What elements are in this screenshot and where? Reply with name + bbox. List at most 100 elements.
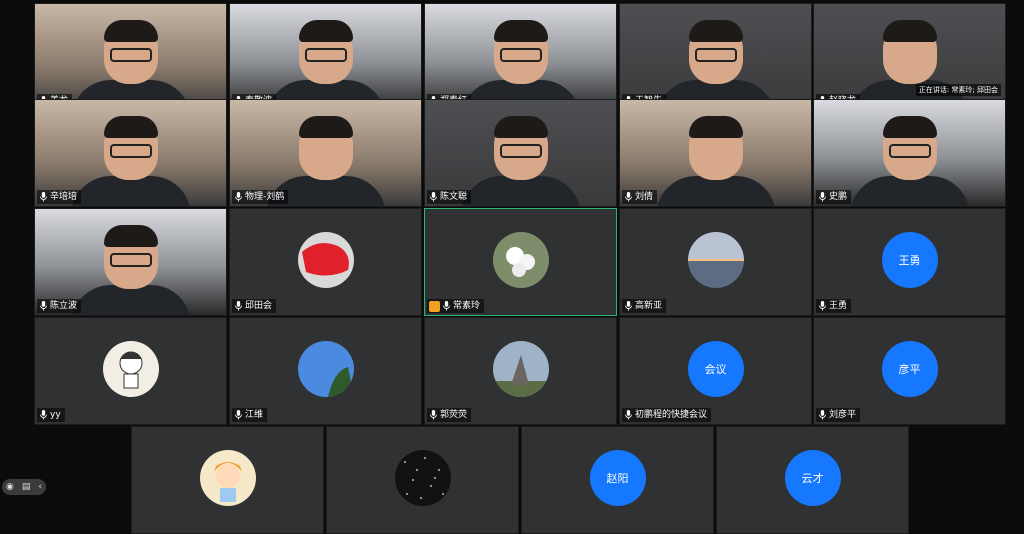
participant-tile[interactable]: [131, 426, 324, 534]
participant-tile[interactable]: 邱田会: [229, 208, 422, 316]
participant-video: [70, 225, 191, 315]
glasses: [109, 144, 152, 158]
host-icon: [429, 300, 440, 312]
participant-video: [265, 20, 386, 110]
initials-avatar: 赵阳: [589, 450, 646, 506]
participant-tile[interactable]: 彦平 刘彦平: [813, 317, 1006, 425]
avatar: [492, 232, 549, 288]
hair: [882, 20, 937, 42]
participant-tile[interactable]: 陈文聪: [424, 99, 617, 207]
participant-tile[interactable]: 赵阳: [521, 426, 714, 534]
participant-name-label: 史鹏: [816, 190, 852, 204]
participant-name: 初鹏程的快捷会议: [635, 410, 708, 420]
avatar: [297, 341, 354, 397]
participant-tile[interactable]: 史鹏: [813, 99, 1006, 207]
participant-name: 邱田会: [245, 301, 273, 311]
microphone-icon: [235, 410, 242, 420]
hair: [298, 116, 353, 138]
initials-avatar: 彦平: [881, 341, 938, 397]
participant-tile[interactable]: 秦敬波: [229, 3, 422, 111]
participant-name-label: 辛培培: [37, 190, 82, 204]
glasses: [304, 48, 347, 62]
bottom-controls[interactable]: ◉ ▤ ‹: [2, 479, 46, 495]
microphone-icon: [430, 410, 437, 420]
camera-icon[interactable]: ◉: [6, 482, 14, 492]
glasses: [499, 48, 542, 62]
collapse-icon[interactable]: ‹: [38, 482, 42, 492]
hair: [298, 20, 353, 42]
speaking-indicator: 正在讲话: 常素玲; 邱田会: [915, 84, 1001, 96]
participant-tile[interactable]: 于智先: [619, 3, 812, 111]
avatar-image: [199, 450, 256, 506]
participant-name-label: 邱田会: [232, 299, 277, 313]
face: [103, 225, 158, 289]
avatar: [102, 341, 159, 397]
participant-name: 高新亚: [635, 301, 663, 311]
microphone-icon: [235, 301, 242, 311]
initials-avatar: 云才: [784, 450, 841, 506]
microphone-icon: [625, 301, 632, 311]
participant-tile[interactable]: 刘倩: [619, 99, 812, 207]
participant-tile[interactable]: 高新亚: [619, 208, 812, 316]
face: [493, 116, 548, 180]
participant-name: 王勇: [829, 301, 848, 311]
participant-video: [460, 20, 581, 110]
face: [882, 116, 937, 180]
microphone-icon: [819, 410, 826, 420]
participant-name: 陈立波: [50, 301, 78, 311]
participant-name-label: 江维: [232, 408, 268, 422]
participant-name: 刘倩: [635, 192, 654, 202]
microphone-icon: [625, 410, 632, 420]
participant-tile[interactable]: 王勇 王勇: [813, 208, 1006, 316]
hair: [103, 20, 158, 42]
participant-video: [70, 116, 191, 206]
participant-tile[interactable]: 辛培培: [34, 99, 227, 207]
microphone-icon: [40, 410, 47, 420]
avatar: [687, 232, 744, 288]
participant-tile[interactable]: 郭荧荧: [424, 317, 617, 425]
participant-tile[interactable]: 姜龙: [34, 3, 227, 111]
avatar-image: [297, 232, 354, 288]
avatar-image: [102, 341, 159, 397]
face: [298, 116, 353, 180]
participant-tile[interactable]: 常素玲: [424, 208, 617, 316]
participant-tile[interactable]: 物理-刘鹤: [229, 99, 422, 207]
participant-name-label: 郭荧荧: [427, 408, 472, 422]
participant-name: 郭荧荧: [440, 410, 468, 420]
chat-icon[interactable]: ▤: [22, 482, 31, 492]
participant-name: yy: [50, 410, 61, 420]
glasses: [109, 253, 152, 267]
face: [103, 20, 158, 84]
microphone-icon: [625, 192, 632, 202]
avatar: [199, 450, 256, 506]
participant-video: [849, 116, 970, 206]
hair: [103, 116, 158, 138]
participant-video: [70, 20, 191, 110]
participant-tile[interactable]: 郑春红: [424, 3, 617, 111]
glasses: [109, 48, 152, 62]
microphone-icon: [430, 192, 437, 202]
participant-video: [655, 20, 776, 110]
participant-tile[interactable]: 赵晓龙正在讲话: 常素玲; 邱田会: [813, 3, 1006, 111]
hair: [688, 116, 743, 138]
face: [882, 20, 937, 84]
microphone-icon: [235, 192, 242, 202]
participant-name-label: yy: [37, 408, 65, 422]
participant-video: [655, 116, 776, 206]
avatar-image: [297, 341, 354, 397]
avatar: [492, 341, 549, 397]
participant-name-label: 常素玲: [427, 299, 485, 313]
participant-name-label: 高新亚: [622, 299, 667, 313]
participant-name-label: 刘倩: [622, 190, 658, 204]
participant-tile[interactable]: 陈立波: [34, 208, 227, 316]
avatar-image: [492, 341, 549, 397]
face: [103, 116, 158, 180]
avatar-image: [687, 232, 744, 288]
participant-tile[interactable]: yy: [34, 317, 227, 425]
hair: [882, 116, 937, 138]
participant-tile[interactable]: 云才: [716, 426, 909, 534]
participant-tile[interactable]: [326, 426, 519, 534]
hair: [493, 116, 548, 138]
participant-tile[interactable]: 会议 初鹏程的快捷会议: [619, 317, 812, 425]
participant-tile[interactable]: 江维: [229, 317, 422, 425]
